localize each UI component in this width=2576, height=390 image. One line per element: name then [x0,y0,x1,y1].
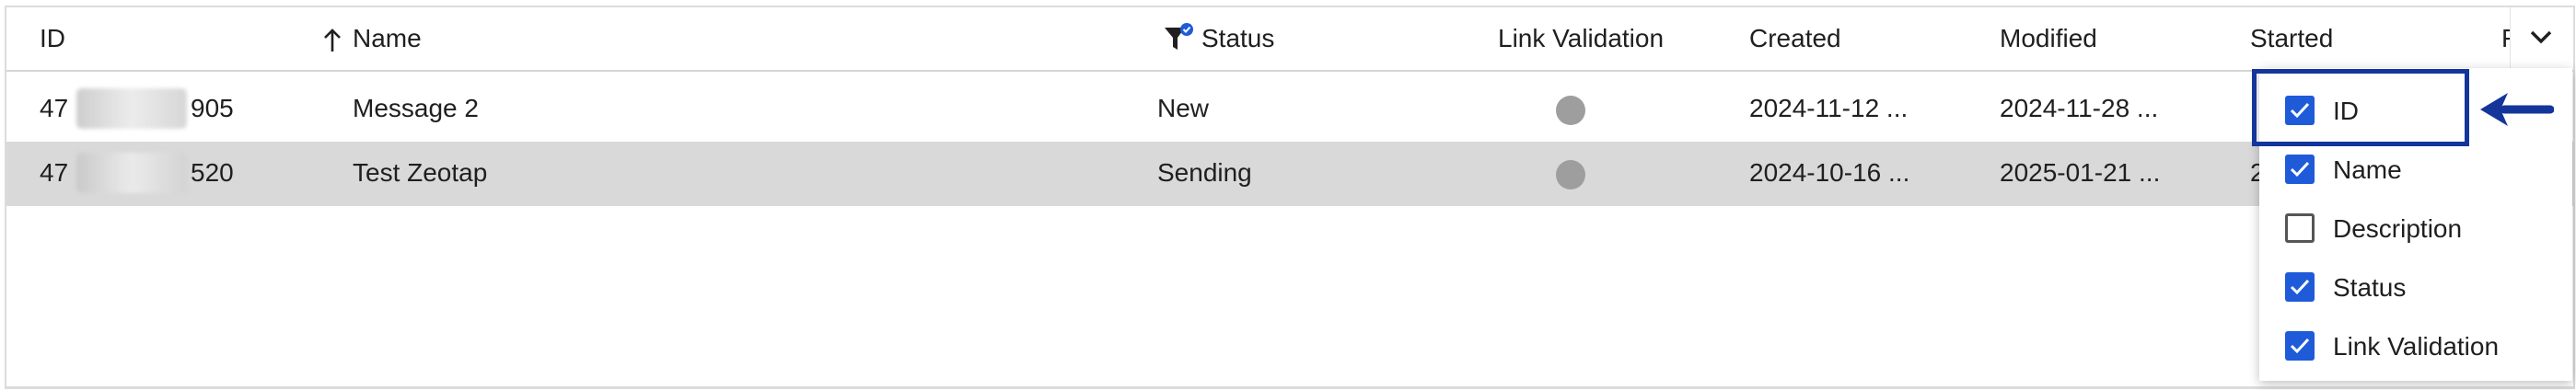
cell-id-prefix: 47 [40,158,69,187]
cell-id-prefix: 47 [40,94,69,122]
chevron-down-icon [2530,30,2552,44]
checkmark-icon [2290,279,2310,295]
column-option-label: Link Validation [2333,332,2500,361]
cell-name: Message 2 [353,94,479,122]
checkbox-checked[interactable] [2285,331,2315,361]
link-validation-dot [1556,96,1585,125]
column-option-label: Name [2333,155,2402,184]
cell-status: New [1157,94,1210,122]
cell-created: 2024-11-12 ... [1749,94,1909,122]
column-header-started[interactable]: Started [2250,24,2333,53]
cell-id-suffix: 905 [191,94,234,122]
column-option-description[interactable]: Description [2259,201,2572,256]
cell-modified: 2025-01-21 ... [2000,158,2161,187]
column-option-label: Description [2333,214,2463,243]
table-row-selected[interactable]: 47 520 Test Zeotap Sending 2024-10-16 ..… [6,142,2573,206]
grid-header: ID Name Status Link Validation Created M… [6,7,2573,72]
checkmark-icon [2290,338,2310,354]
checkbox-checked[interactable] [2285,155,2315,184]
annotation-highlight-box [2252,69,2469,146]
cell-name: Test Zeotap [353,158,488,187]
cell-modified: 2024-11-28 ... [2000,94,2159,122]
filter-active-icon[interactable] [1162,22,1195,60]
table-row[interactable]: 47 905 Message 2 New 2024-11-12 ... 2024… [6,77,2573,142]
redacted-id-blur [76,88,187,129]
column-header-name[interactable]: Name [353,24,422,53]
cell-created: 2024-10-16 ... [1749,158,1910,187]
cell-status: Sending [1157,158,1252,187]
column-header-created[interactable]: Created [1749,24,1841,53]
column-header-link-validation[interactable]: Link Validation [1498,24,1664,53]
column-option-status[interactable]: Status [2259,259,2572,315]
arrow-left-icon [2480,93,2554,126]
column-header-status[interactable]: Status [1201,24,1274,53]
column-option-label: Status [2333,273,2407,302]
redacted-id-blur [76,153,187,193]
checkmark-icon [2290,161,2310,178]
column-option-link-validation[interactable]: Link Validation [2259,318,2572,373]
checkbox-unchecked[interactable] [2285,213,2315,243]
column-menu-toggle[interactable] [2510,7,2571,69]
column-header-id[interactable]: ID [40,24,65,53]
column-header-modified[interactable]: Modified [2000,24,2097,53]
link-validation-dot [1556,160,1585,189]
data-grid: ID Name Status Link Validation Created M… [5,6,2575,389]
cell-id-suffix: 520 [191,158,234,187]
checkbox-checked[interactable] [2285,272,2315,302]
sort-asc-icon [322,28,342,58]
column-option-name[interactable]: Name [2259,142,2572,197]
